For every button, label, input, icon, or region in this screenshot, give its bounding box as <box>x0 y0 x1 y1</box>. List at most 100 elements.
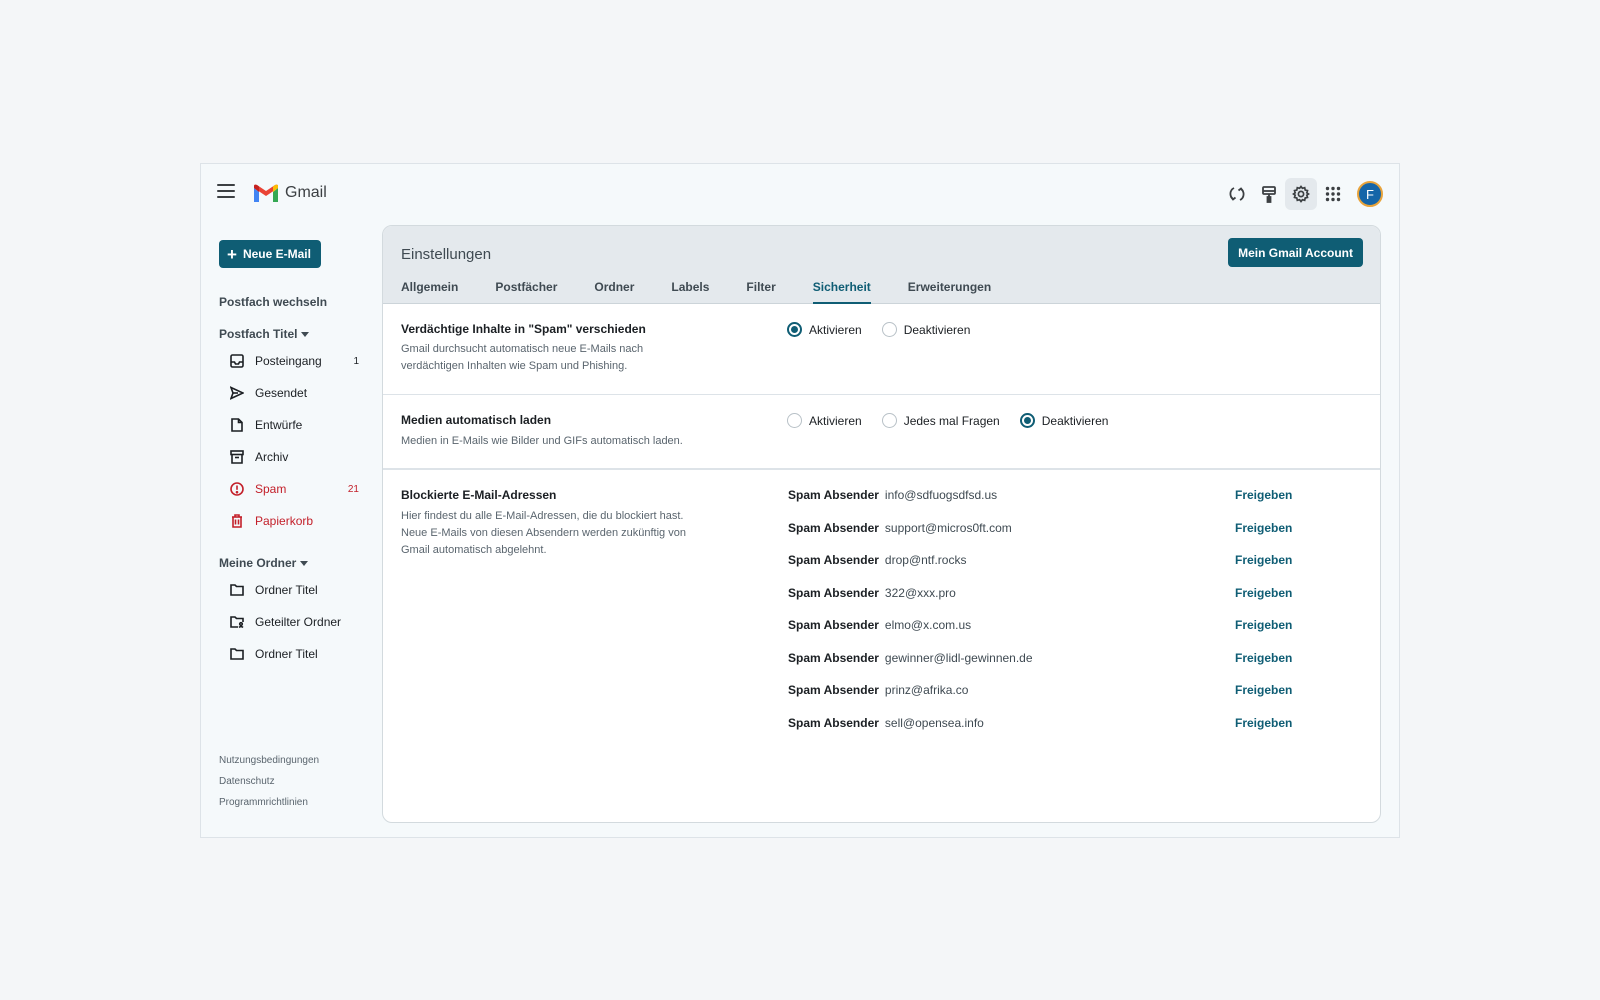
release-link[interactable]: Freigeben <box>1235 553 1292 567</box>
tab-labels[interactable]: Labels <box>671 280 709 304</box>
top-icon-bar: F <box>1221 178 1383 210</box>
settings-header: Einstellungen Mein Gmail Account Allgeme… <box>383 226 1380 304</box>
row-label: Spam Absender <box>788 488 879 502</box>
privacy-link[interactable]: Datenschutz <box>219 776 319 797</box>
gmail-logo <box>253 184 279 208</box>
row-label: Spam Absender <box>788 683 879 697</box>
release-link[interactable]: Freigeben <box>1235 683 1292 697</box>
sidebar-folder-item[interactable]: Geteilter Ordner <box>229 606 359 638</box>
sidebar-item-label: Geteilter Ordner <box>255 615 342 629</box>
tab-allgemein[interactable]: Allgemein <box>401 280 458 304</box>
spam-setting-description: Gmail durchsucht automatisch neue E-Mail… <box>401 343 644 372</box>
release-link[interactable]: Freigeben <box>1235 521 1292 535</box>
spam-setting-section: Verdächtige Inhalte in "Spam" verschiede… <box>383 304 1380 395</box>
avatar[interactable]: F <box>1357 181 1383 207</box>
compose-button[interactable]: + Neue E-Mail <box>219 240 321 268</box>
gmail-window: Gmail F + Neue E-Mail Postfach wechseln … <box>200 163 1400 838</box>
spam-count: 21 <box>347 483 359 495</box>
release-link[interactable]: Freigeben <box>1235 716 1292 730</box>
row-label: Spam Absender <box>788 650 879 665</box>
radio-label: Aktivieren <box>809 413 862 428</box>
sidebar-folder-item[interactable]: Ordner Titel <box>229 574 359 606</box>
blocked-addresses-section: Blockierte E-Mail-Adressen Hier findest … <box>383 469 1380 769</box>
row-label: Spam Absender <box>788 585 879 600</box>
sidebar-folder-item[interactable]: Ordner Titel <box>229 638 359 670</box>
tab-filter[interactable]: Filter <box>746 280 775 304</box>
blocked-address-list: Spam Absender info@sdfuogsdfsd.us Freige… <box>788 488 1308 748</box>
apps-grid-icon[interactable] <box>1317 178 1349 210</box>
blocked-address: sell@opensea.info <box>884 715 984 730</box>
switch-mailbox-link[interactable]: Postfach wechseln <box>219 295 327 309</box>
sidebar-item-label: Gesendet <box>255 386 308 400</box>
tab-sicherheit[interactable]: Sicherheit <box>812 280 871 304</box>
media-setting-title: Medien automatisch laden <box>401 413 552 427</box>
trash-icon <box>229 513 245 529</box>
blocked-address: info@sdfuogsdfsd.us <box>884 488 998 502</box>
media-disable-radio[interactable]: Deaktivieren <box>1019 413 1109 428</box>
paint-roller-icon[interactable] <box>1253 178 1285 210</box>
folder-icon <box>229 582 245 598</box>
spam-radio-group: Aktivieren Deaktivieren <box>787 322 990 337</box>
spam-enable-radio[interactable]: Aktivieren <box>787 322 862 337</box>
blocked-row: Spam Absender prinz@afrika.co Freigeben <box>788 683 1308 716</box>
sidebar-item-label: Ordner Titel <box>255 583 318 597</box>
tab-postfaecher[interactable]: Postfächer <box>495 280 557 304</box>
blocked-address: drop@ntf.rocks <box>884 553 967 567</box>
radio-empty-icon <box>787 413 802 428</box>
blocked-section-description: Hier findest du alle E-Mail-Adressen, di… <box>401 510 686 556</box>
row-label: Spam Absender <box>788 553 879 567</box>
mailbox-title-label: Postfach Titel <box>219 327 298 341</box>
sidebar-item-label: Archiv <box>255 450 289 464</box>
row-label: Spam Absender <box>788 520 879 535</box>
hamburger-menu-icon[interactable] <box>217 184 235 200</box>
spam-disable-radio[interactable]: Deaktivieren <box>881 322 971 337</box>
sidebar-item-gesendet[interactable]: Gesendet <box>229 377 359 409</box>
top-bar: Gmail F <box>201 164 1399 224</box>
plus-icon: + <box>227 244 237 264</box>
terms-link[interactable]: Nutzungsbedingungen <box>219 755 319 776</box>
sidebar-item-posteingang[interactable]: Posteingang 1 <box>229 345 359 377</box>
media-setting-section: Medien automatisch laden Medien in E-Mai… <box>383 395 1380 469</box>
blocked-row: Spam Absender elmo@x.com.us Freigeben <box>788 618 1308 651</box>
tab-ordner[interactable]: Ordner <box>594 280 634 304</box>
sidebar-item-archiv[interactable]: Archiv <box>229 441 359 473</box>
tab-erweiterungen[interactable]: Erweiterungen <box>908 280 991 304</box>
release-link[interactable]: Freigeben <box>1235 488 1292 502</box>
release-link[interactable]: Freigeben <box>1235 618 1292 632</box>
shared-folder-icon <box>229 614 245 630</box>
radio-label: Aktivieren <box>809 322 862 337</box>
blocked-row: Spam Absender support@micros0ft.com Frei… <box>788 521 1308 554</box>
release-link[interactable]: Freigeben <box>1235 651 1292 665</box>
sidebar-item-entwuerfe[interactable]: Entwürfe <box>229 409 359 441</box>
caret-down-icon <box>300 561 309 567</box>
sidebar-item-spam[interactable]: Spam 21 <box>229 473 359 505</box>
blocked-address: gewinner@lidl-gewinnen.de <box>884 650 1033 665</box>
radio-selected-icon <box>1019 413 1035 428</box>
sidebar-item-papierkorb[interactable]: Papierkorb <box>229 505 359 537</box>
folder-icon <box>229 646 245 662</box>
unread-count: 1 <box>353 355 359 367</box>
archive-icon <box>229 449 245 465</box>
blocked-address: prinz@afrika.co <box>884 683 969 697</box>
mailbox-list: Posteingang 1 Gesendet Entwürfe Archiv S… <box>229 345 359 537</box>
mailbox-title-dropdown[interactable]: Postfach Titel <box>219 327 310 341</box>
release-link[interactable]: Freigeben <box>1235 586 1292 600</box>
sidebar-item-label: Entwürfe <box>255 418 303 432</box>
radio-empty-icon <box>881 322 897 337</box>
blocked-address: support@micros0ft.com <box>884 520 1012 535</box>
sidebar-item-label: Papierkorb <box>255 514 314 528</box>
program-policies-link[interactable]: Programmrichtlinien <box>219 797 319 818</box>
page-title: Einstellungen <box>401 246 492 263</box>
radio-label: Deaktivieren <box>903 322 971 337</box>
blocked-row: Spam Absender sell@opensea.info Freigebe… <box>788 716 1308 749</box>
media-enable-radio[interactable]: Aktivieren <box>787 413 862 428</box>
media-ask-radio[interactable]: Jedes mal Fragen <box>881 413 1000 428</box>
my-account-button[interactable]: Mein Gmail Account <box>1228 238 1363 267</box>
radio-label: Deaktivieren <box>1041 413 1109 428</box>
sidebar-item-label: Spam <box>255 482 287 496</box>
gear-icon[interactable] <box>1285 178 1317 210</box>
my-folders-dropdown[interactable]: Meine Ordner <box>219 556 309 570</box>
spam-setting-title: Verdächtige Inhalte in "Spam" verschiede… <box>401 322 646 336</box>
app-title: Gmail <box>285 184 327 201</box>
sync-icon[interactable] <box>1221 178 1253 210</box>
